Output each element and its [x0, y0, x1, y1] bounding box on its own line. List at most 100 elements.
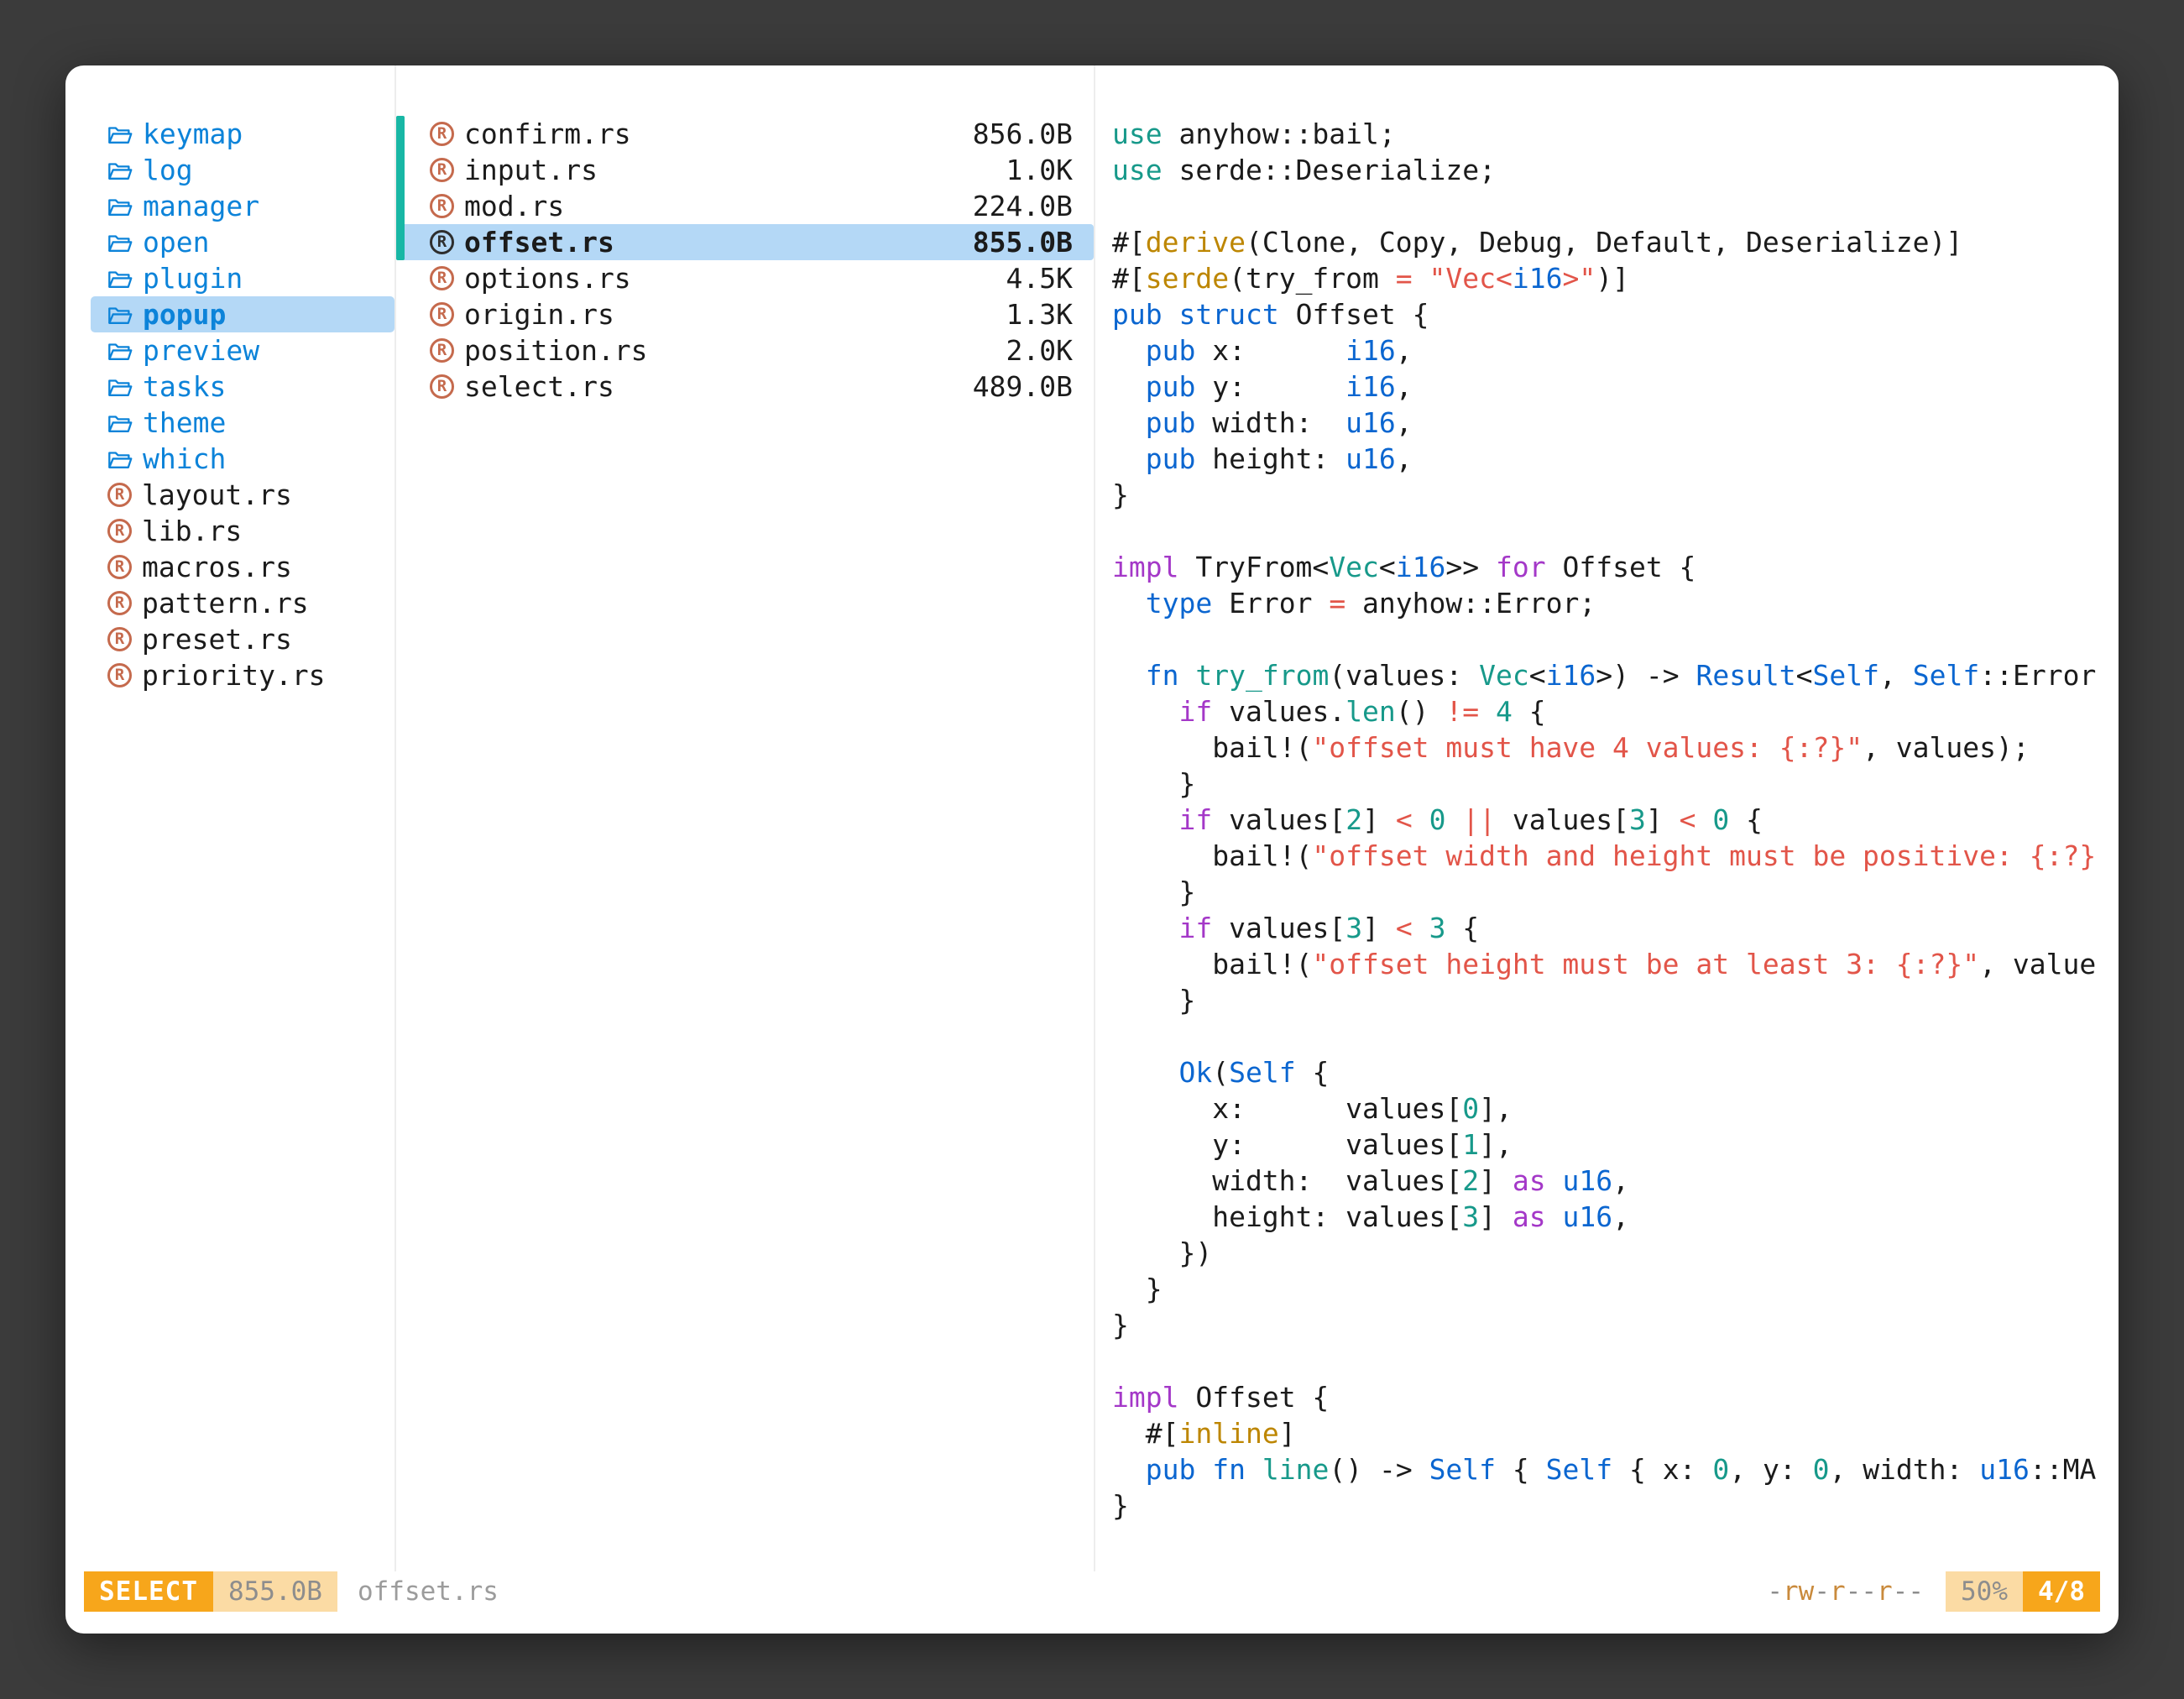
code-line: impl Offset {: [1112, 1379, 2119, 1415]
file-item-lib-rs[interactable]: Rlib.rs: [91, 513, 394, 549]
code-line: }: [1112, 982, 2119, 1018]
rust-file-icon: R: [430, 302, 454, 327]
file-name: select.rs: [464, 369, 963, 405]
rust-file-icon: R: [107, 519, 132, 543]
code-line: #[derive(Clone, Copy, Debug, Default, De…: [1112, 224, 2119, 260]
dir-item-open[interactable]: open: [91, 224, 394, 260]
folder-open-icon: [107, 123, 133, 145]
file-item-pattern-rs[interactable]: Rpattern.rs: [91, 585, 394, 621]
code-line: }): [1112, 1235, 2119, 1271]
code-line: pub struct Offset {: [1112, 296, 2119, 332]
rust-file-icon: R: [430, 158, 454, 182]
code-line: pub width: u16,: [1112, 405, 2119, 441]
file-name: position.rs: [464, 332, 996, 369]
dir-item-preview[interactable]: preview: [91, 332, 394, 369]
folder-open-icon: [107, 376, 133, 398]
file-size: 1.3K: [1006, 296, 1073, 332]
file-name: origin.rs: [464, 296, 996, 332]
item-label: layout.rs: [142, 477, 292, 513]
dir-item-plugin[interactable]: plugin: [91, 260, 394, 296]
dir-item-popup[interactable]: popup: [91, 296, 394, 332]
item-label: plugin: [143, 260, 243, 296]
parent-directory-panel: keymaplogmanageropenpluginpopuppreviewta…: [65, 65, 394, 1571]
folder-open-icon: [107, 340, 133, 362]
file-row-input-rs[interactable]: Rinput.rs1.0K: [396, 152, 1094, 188]
dir-item-keymap[interactable]: keymap: [91, 116, 394, 152]
status-bar: SELECT 855.0B offset.rs -rw-r--r-- 50% 4…: [84, 1571, 2100, 1612]
file-row-confirm-rs[interactable]: Rconfirm.rs856.0B: [396, 116, 1094, 152]
dir-item-manager[interactable]: manager: [91, 188, 394, 224]
code-line: pub x: i16,: [1112, 332, 2119, 369]
file-row-offset-rs[interactable]: Roffset.rs855.0B: [396, 224, 1094, 260]
code-line: fn try_from(values: Vec<i16>) -> Result<…: [1112, 657, 2119, 693]
code-line: pub height: u16,: [1112, 441, 2119, 477]
file-size: 2.0K: [1006, 332, 1073, 369]
code-line: height: values[3] as u16,: [1112, 1199, 2119, 1235]
rust-file-icon: R: [430, 374, 454, 399]
status-filename: offset.rs: [358, 1571, 499, 1612]
file-permissions: -rw-r--r--: [1767, 1571, 1924, 1612]
code-line: type Error = anyhow::Error;: [1112, 585, 2119, 621]
rust-file-icon: R: [430, 122, 454, 146]
item-label: tasks: [143, 369, 226, 405]
code-line: }: [1112, 477, 2119, 513]
item-label: macros.rs: [142, 549, 292, 585]
file-row-select-rs[interactable]: Rselect.rs 489.0B: [396, 369, 1094, 405]
item-label: lib.rs: [142, 513, 242, 549]
folder-open-icon: [107, 232, 133, 254]
file-name: mod.rs: [464, 188, 963, 224]
file-size: 489.0B: [973, 369, 1073, 405]
code-line: if values[2] < 0 || values[3] < 0 {: [1112, 802, 2119, 838]
item-label: pattern.rs: [142, 585, 309, 621]
file-preview-panel: use anyhow::bail;use serde::Deserialize;…: [1094, 65, 2119, 1571]
item-label: manager: [143, 188, 259, 224]
item-label: preview: [143, 332, 259, 369]
rust-file-icon: R: [107, 663, 132, 687]
file-size: 4.5K: [1006, 260, 1073, 296]
code-line: [1112, 621, 2119, 657]
folder-open-icon: [107, 412, 133, 434]
code-line: x: values[0],: [1112, 1090, 2119, 1127]
file-manager-window: keymaplogmanageropenpluginpopuppreviewta…: [65, 65, 2119, 1634]
scroll-percent-badge: 50%: [1946, 1571, 2023, 1612]
code-line: [1112, 1343, 2119, 1379]
file-size: 855.0B: [973, 224, 1073, 260]
rust-file-icon: R: [107, 555, 132, 579]
file-row-origin-rs[interactable]: Rorigin.rs 1.3K: [396, 296, 1094, 332]
file-item-layout-rs[interactable]: Rlayout.rs: [91, 477, 394, 513]
dir-item-tasks[interactable]: tasks: [91, 369, 394, 405]
file-row-mod-rs[interactable]: Rmod.rs224.0B: [396, 188, 1094, 224]
code-line: [1112, 188, 2119, 224]
file-row-position-rs[interactable]: Rposition.rs 2.0K: [396, 332, 1094, 369]
rust-file-icon: R: [107, 627, 132, 651]
file-name: options.rs: [464, 260, 996, 296]
item-label: which: [143, 441, 226, 477]
code-line: bail!("offset height must be at least 3:…: [1112, 946, 2119, 982]
file-item-priority-rs[interactable]: Rpriority.rs: [91, 657, 394, 693]
rust-file-icon: R: [430, 338, 454, 363]
code-line: pub fn line() -> Self { Self { x: 0, y: …: [1112, 1451, 2119, 1487]
cursor-position-badge: 4/8: [2023, 1571, 2100, 1612]
rust-file-icon: R: [430, 194, 454, 218]
code-line: }: [1112, 766, 2119, 802]
main-area: keymaplogmanageropenpluginpopuppreviewta…: [65, 65, 2119, 1571]
code-line: #[serde(try_from = "Vec<i16>")]: [1112, 260, 2119, 296]
file-item-preset-rs[interactable]: Rpreset.rs: [91, 621, 394, 657]
code-line: y: values[1],: [1112, 1127, 2119, 1163]
folder-open-icon: [107, 448, 133, 470]
dir-item-theme[interactable]: theme: [91, 405, 394, 441]
file-item-macros-rs[interactable]: Rmacros.rs: [91, 549, 394, 585]
dir-item-which[interactable]: which: [91, 441, 394, 477]
rust-file-icon: R: [430, 266, 454, 290]
folder-open-icon: [107, 159, 133, 181]
folder-open-icon: [107, 268, 133, 290]
dir-item-log[interactable]: log: [91, 152, 394, 188]
code-line: if values.len() != 4 {: [1112, 693, 2119, 729]
mode-badge: SELECT: [84, 1571, 213, 1612]
code-line: pub y: i16,: [1112, 369, 2119, 405]
code-line: }: [1112, 874, 2119, 910]
file-row-options-rs[interactable]: Roptions.rs 4.5K: [396, 260, 1094, 296]
item-label: priority.rs: [142, 657, 326, 693]
code-line: Ok(Self {: [1112, 1054, 2119, 1090]
item-label: preset.rs: [142, 621, 292, 657]
